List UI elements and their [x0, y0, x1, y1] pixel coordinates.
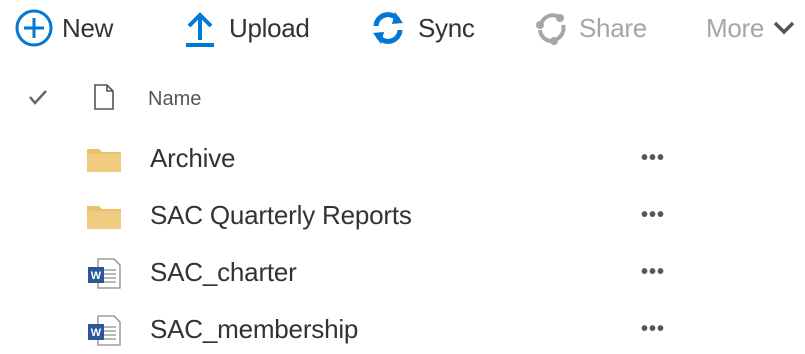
more-actions-button[interactable]: •••	[641, 319, 665, 339]
new-button[interactable]: New	[14, 6, 113, 50]
item-name[interactable]: SAC_charter	[150, 257, 297, 288]
upload-button[interactable]: Upload	[183, 6, 310, 50]
share-label: Share	[579, 12, 647, 43]
share-button[interactable]: Share	[533, 6, 647, 50]
item-name[interactable]: Archive	[150, 143, 235, 174]
svg-text:W: W	[91, 327, 102, 339]
sync-label: Sync	[418, 12, 475, 43]
list-header: Name	[0, 80, 805, 120]
svg-text:W: W	[91, 270, 102, 282]
chevron-down-icon	[773, 21, 795, 35]
word-doc-icon: W	[88, 258, 121, 289]
sync-button[interactable]: Sync	[369, 6, 475, 50]
new-label: New	[62, 12, 114, 43]
file-type-icon	[94, 84, 114, 110]
more-label: More	[706, 12, 765, 43]
more-actions-button[interactable]: •••	[641, 205, 665, 225]
item-name[interactable]: SAC_membership	[150, 314, 358, 345]
word-doc-icon: W	[88, 315, 121, 346]
list-item[interactable]: W SAC_charter •••	[0, 247, 805, 297]
command-bar: New Upload Sync Share More	[0, 0, 805, 60]
upload-arrow-icon	[186, 12, 214, 47]
folder-icon	[87, 206, 121, 229]
list-item[interactable]: SAC Quarterly Reports •••	[0, 190, 805, 240]
item-name[interactable]: SAC Quarterly Reports	[150, 200, 412, 231]
more-button[interactable]: More	[706, 6, 796, 50]
upload-label: Upload	[229, 12, 310, 43]
list-item[interactable]: W SAC_membership •••	[0, 304, 805, 354]
list-item[interactable]: Archive •••	[0, 133, 805, 183]
more-actions-button[interactable]: •••	[641, 148, 665, 168]
select-all-check-icon[interactable]	[27, 86, 49, 108]
share-icon	[536, 13, 566, 45]
sync-icon	[373, 12, 403, 44]
more-actions-button[interactable]: •••	[641, 262, 665, 282]
plus-circle-icon	[15, 9, 53, 47]
folder-icon	[87, 149, 121, 172]
column-header-name[interactable]: Name	[148, 88, 201, 111]
